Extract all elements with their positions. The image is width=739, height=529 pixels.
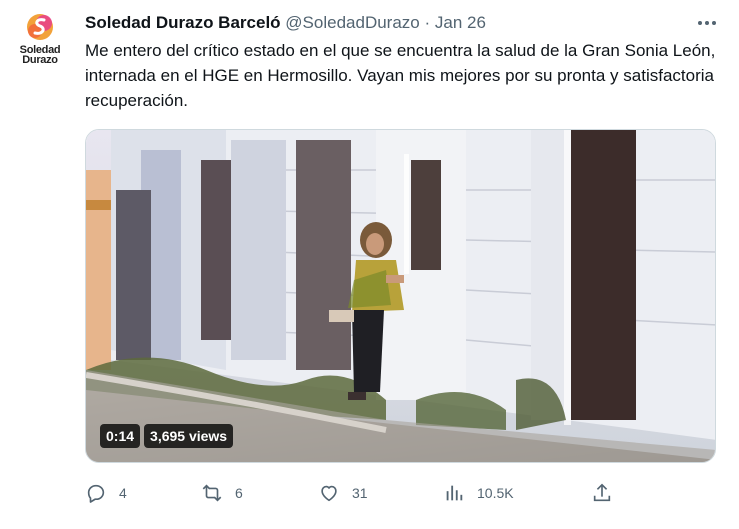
tweet-header: Soledad Durazo Barceló @SoledadDurazo · … <box>85 12 486 34</box>
logo-mark-icon <box>27 14 53 40</box>
share-button[interactable] <box>591 480 613 506</box>
header-separator: · <box>424 13 431 32</box>
tweet-text: Me entero del crítico estado en el que s… <box>85 41 716 110</box>
reply-icon <box>87 484 105 503</box>
reply-button[interactable]: 4 <box>85 480 127 506</box>
retweet-count: 6 <box>235 485 243 501</box>
share-icon <box>593 483 611 502</box>
video-player[interactable]: 0:14 3,695 views <box>85 129 716 463</box>
tweet-date[interactable]: Jan 26 <box>435 13 486 32</box>
like-count: 31 <box>352 485 368 501</box>
video-views: 3,695 views <box>144 424 234 448</box>
video-duration: 0:14 <box>100 424 141 448</box>
logo-wordmark: Soledad Durazo <box>19 44 61 66</box>
retweet-button[interactable]: 6 <box>201 480 243 506</box>
analytics-icon <box>446 485 463 501</box>
heart-icon <box>321 485 337 502</box>
author-handle[interactable]: @SoledadDurazo <box>285 13 419 32</box>
video-frame <box>86 130 715 462</box>
like-button[interactable]: 31 <box>318 480 368 506</box>
author-name[interactable]: Soledad Durazo Barceló <box>85 13 281 32</box>
more-options-icon[interactable] <box>693 12 721 34</box>
views-button[interactable]: 10.5K <box>443 480 514 506</box>
retweet-icon <box>202 484 222 502</box>
action-bar: 4 6 31 10.5K <box>85 480 725 506</box>
reply-count: 4 <box>119 485 127 501</box>
author-avatar[interactable]: Soledad Durazo <box>12 8 68 70</box>
video-overlay: 0:14 3,695 views <box>100 424 234 448</box>
views-count: 10.5K <box>477 485 514 501</box>
